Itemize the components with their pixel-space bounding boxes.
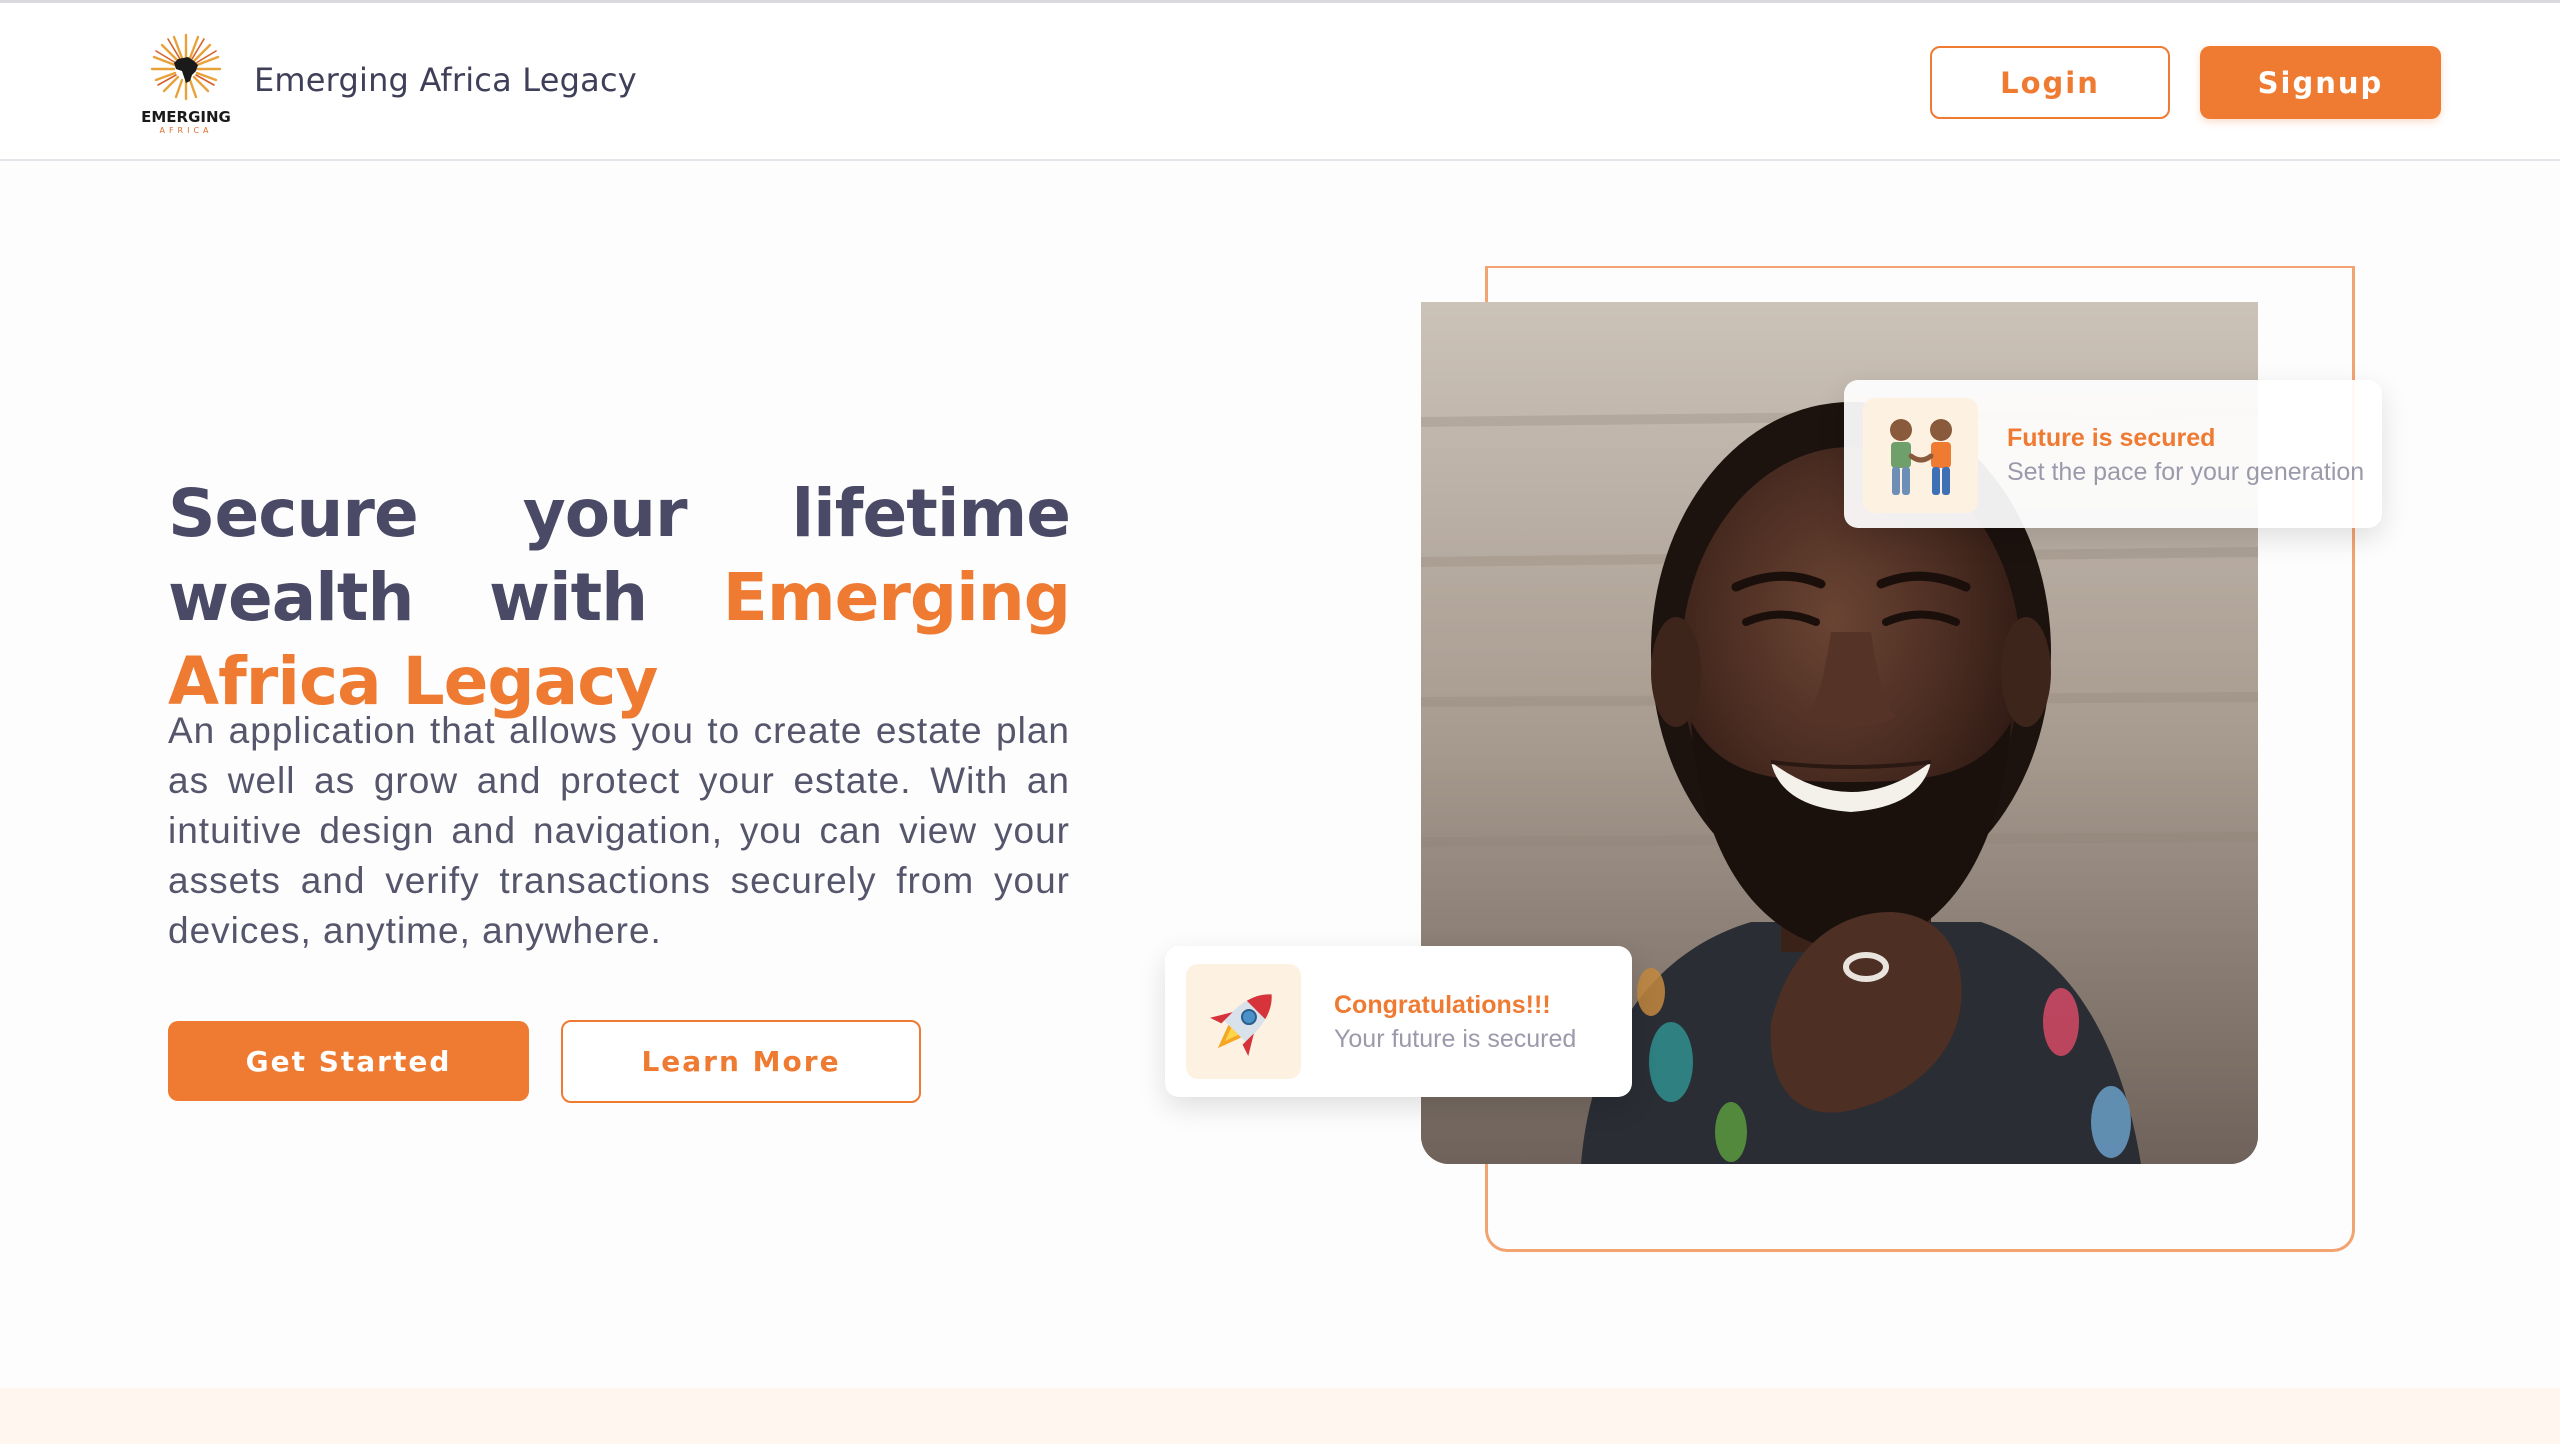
future-secured-subtitle: Set the pace for your generation bbox=[2007, 458, 2365, 486]
congratulations-title: Congratulations!!! bbox=[1334, 991, 1551, 1019]
future-secured-title: Future is secured bbox=[2007, 424, 2216, 452]
sun-africa-logo-icon: EMERGING AFRICA bbox=[141, 33, 231, 135]
login-button[interactable]: Login bbox=[1930, 46, 2170, 119]
learn-more-button[interactable]: Learn More bbox=[561, 1020, 921, 1103]
two-people-holding-hands-icon bbox=[1889, 418, 1952, 495]
hero-title: Secure your lifetime wealth with Emergin… bbox=[168, 472, 1071, 724]
rocket-icon bbox=[1209, 993, 1272, 1056]
card-icon-box bbox=[1186, 964, 1301, 1079]
logo-text-bottom: AFRICA bbox=[159, 126, 212, 135]
hero-description: An application that allows you to create… bbox=[168, 710, 1070, 951]
future-secured-card: Future is secured Set the pace for your … bbox=[1844, 380, 2382, 528]
card-icon-box bbox=[1863, 398, 1978, 513]
get-started-button[interactable]: Get Started bbox=[168, 1021, 529, 1101]
next-section-band bbox=[0, 1388, 2560, 1444]
brand-logo[interactable]: EMERGING AFRICA bbox=[138, 29, 234, 137]
navbar: EMERGING AFRICA Emerging Africa Legacy L… bbox=[0, 3, 2560, 161]
congratulations-subtitle: Your future is secured bbox=[1334, 1025, 1577, 1053]
signup-button[interactable]: Signup bbox=[2200, 46, 2441, 119]
congratulations-card: Congratulations!!! Your future is secure… bbox=[1165, 946, 1632, 1097]
brand-name[interactable]: Emerging Africa Legacy bbox=[254, 61, 637, 99]
logo-text-top: EMERGING bbox=[141, 108, 231, 126]
